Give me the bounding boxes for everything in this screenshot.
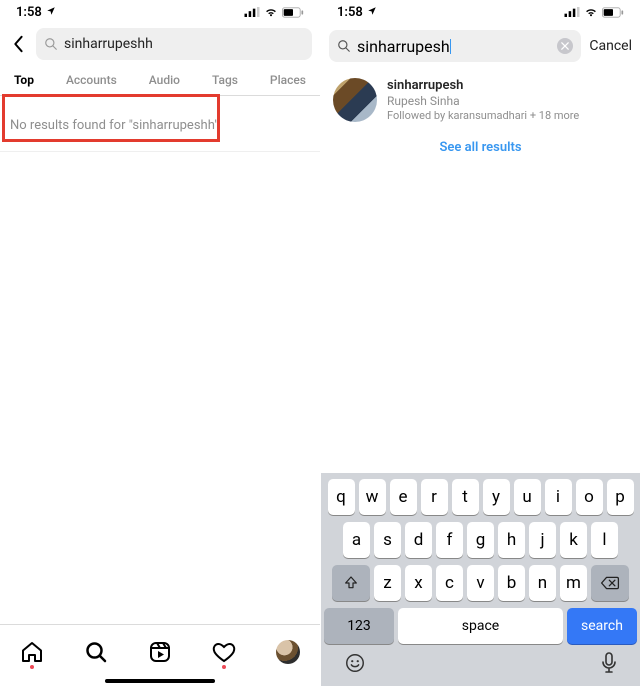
location-icon [46, 6, 56, 19]
key-y[interactable]: y [483, 479, 510, 515]
key-k[interactable]: k [560, 522, 587, 558]
back-button[interactable] [4, 28, 32, 60]
key-v[interactable]: v [467, 565, 494, 601]
key-e[interactable]: e [390, 479, 417, 515]
battery-icon [602, 7, 624, 18]
key-w[interactable]: w [359, 479, 386, 515]
key-r[interactable]: r [421, 479, 448, 515]
key-m[interactable]: m [560, 565, 587, 601]
key-b[interactable]: b [498, 565, 525, 601]
text-cursor [450, 39, 452, 54]
key-x[interactable]: x [405, 565, 432, 601]
nav-reels[interactable] [147, 639, 173, 665]
keyboard-row-3: z x c v b n m [324, 565, 637, 601]
key-d[interactable]: d [405, 522, 432, 558]
key-u[interactable]: u [514, 479, 541, 515]
search-input[interactable]: sinharrupesh [329, 30, 581, 62]
key-shift[interactable] [332, 565, 370, 601]
bottom-nav [0, 624, 320, 678]
key-backspace[interactable] [591, 565, 629, 601]
location-icon [367, 6, 377, 19]
key-z[interactable]: z [374, 565, 401, 601]
emoji-button[interactable] [344, 652, 366, 679]
nav-home-dot [30, 665, 34, 669]
keyboard-row-1: q w e r t y u i o p [324, 479, 637, 515]
key-search[interactable]: search [567, 608, 637, 644]
keyboard-row-2: a s d f g h j k l [324, 522, 637, 558]
key-t[interactable]: t [452, 479, 479, 515]
search-input[interactable]: sinharrupeshh [36, 28, 312, 60]
tab-places[interactable]: Places [270, 73, 306, 95]
key-s[interactable]: s [374, 522, 401, 558]
key-q[interactable]: q [328, 479, 355, 515]
status-time: 1:58 [337, 5, 363, 20]
search-icon [337, 39, 351, 53]
search-tabs: Top Accounts Audio Tags Places [0, 64, 320, 96]
highlight-box [2, 94, 220, 142]
tab-top[interactable]: Top [14, 73, 34, 96]
status-bar: 1:58 [0, 0, 320, 24]
see-all-results[interactable]: See all results [321, 132, 640, 169]
right-phone: 1:58 sinharrupesh [320, 0, 640, 686]
key-i[interactable]: i [545, 479, 572, 515]
left-phone: 1:58 [0, 0, 320, 686]
nav-profile[interactable] [275, 639, 301, 665]
cancel-button[interactable]: Cancel [587, 38, 634, 54]
dictation-button[interactable] [601, 652, 617, 679]
wifi-icon [264, 7, 278, 17]
tab-accounts[interactable]: Accounts [66, 73, 117, 95]
key-space[interactable]: space [398, 608, 563, 644]
key-a[interactable]: a [343, 522, 370, 558]
status-bar: 1:58 [321, 0, 640, 24]
key-j[interactable]: j [529, 522, 556, 558]
key-f[interactable]: f [436, 522, 463, 558]
nav-activity-dot [222, 665, 226, 669]
nav-activity[interactable] [211, 639, 237, 665]
key-c[interactable]: c [436, 565, 463, 601]
battery-icon [282, 7, 304, 18]
clear-search-button[interactable] [557, 38, 573, 54]
result-display-name: Rupesh Sinha [387, 94, 579, 108]
wifi-icon [584, 7, 598, 17]
key-l[interactable]: l [591, 522, 618, 558]
search-query-text: sinharrupesh [357, 37, 450, 56]
key-h[interactable]: h [498, 522, 525, 558]
cellular-icon [564, 7, 580, 17]
keyboard-row-4: 123 space search [324, 608, 637, 644]
nav-search[interactable] [83, 639, 109, 665]
profile-avatar-icon [276, 640, 300, 664]
result-username: sinharrupesh [387, 78, 579, 93]
key-n[interactable]: n [529, 565, 556, 601]
search-query-text: sinharrupeshh [64, 36, 304, 52]
nav-home[interactable] [19, 639, 45, 665]
cellular-icon [244, 7, 260, 17]
key-o[interactable]: o [576, 479, 603, 515]
tab-tags[interactable]: Tags [212, 73, 238, 95]
home-indicator[interactable] [105, 679, 215, 683]
search-icon [44, 37, 58, 51]
keyboard: q w e r t y u i o p a s d f g h j k l [321, 473, 640, 686]
search-result-row[interactable]: sinharrupesh Rupesh Sinha Followed by ka… [321, 68, 640, 132]
result-avatar [333, 78, 377, 122]
key-numbers[interactable]: 123 [324, 608, 394, 644]
status-time: 1:58 [16, 5, 42, 20]
key-g[interactable]: g [467, 522, 494, 558]
key-p[interactable]: p [607, 479, 634, 515]
tab-audio[interactable]: Audio [149, 73, 180, 95]
result-followed-by: Followed by karansumadhari + 18 more [387, 109, 579, 122]
